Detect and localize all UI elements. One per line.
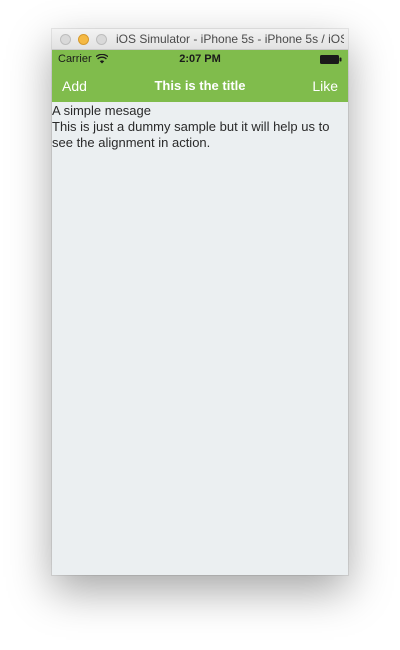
message-heading: A simple mesage <box>52 103 151 118</box>
like-button[interactable]: Like <box>312 78 338 94</box>
zoom-window-button[interactable] <box>96 34 107 45</box>
message-body: This is just a dummy sample but it will … <box>52 119 330 150</box>
navigation-bar: Add This is the title Like <box>52 69 348 102</box>
window-title: iOS Simulator - iPhone 5s - iPhone 5s / … <box>116 32 344 46</box>
message-content: A simple mesage This is just a dummy sam… <box>52 103 344 151</box>
close-window-button[interactable] <box>60 34 71 45</box>
nav-title: This is the title <box>154 78 246 93</box>
ios-status-bar: Carrier 2:07 PM <box>52 50 348 69</box>
minimize-window-button[interactable] <box>78 34 89 45</box>
window-titlebar: iOS Simulator - iPhone 5s - iPhone 5s / … <box>52 29 348 50</box>
battery-icon <box>320 55 342 64</box>
add-button[interactable]: Add <box>62 78 87 94</box>
status-time: 2:07 PM <box>179 53 221 65</box>
simulator-window: iOS Simulator - iPhone 5s - iPhone 5s / … <box>52 29 348 575</box>
